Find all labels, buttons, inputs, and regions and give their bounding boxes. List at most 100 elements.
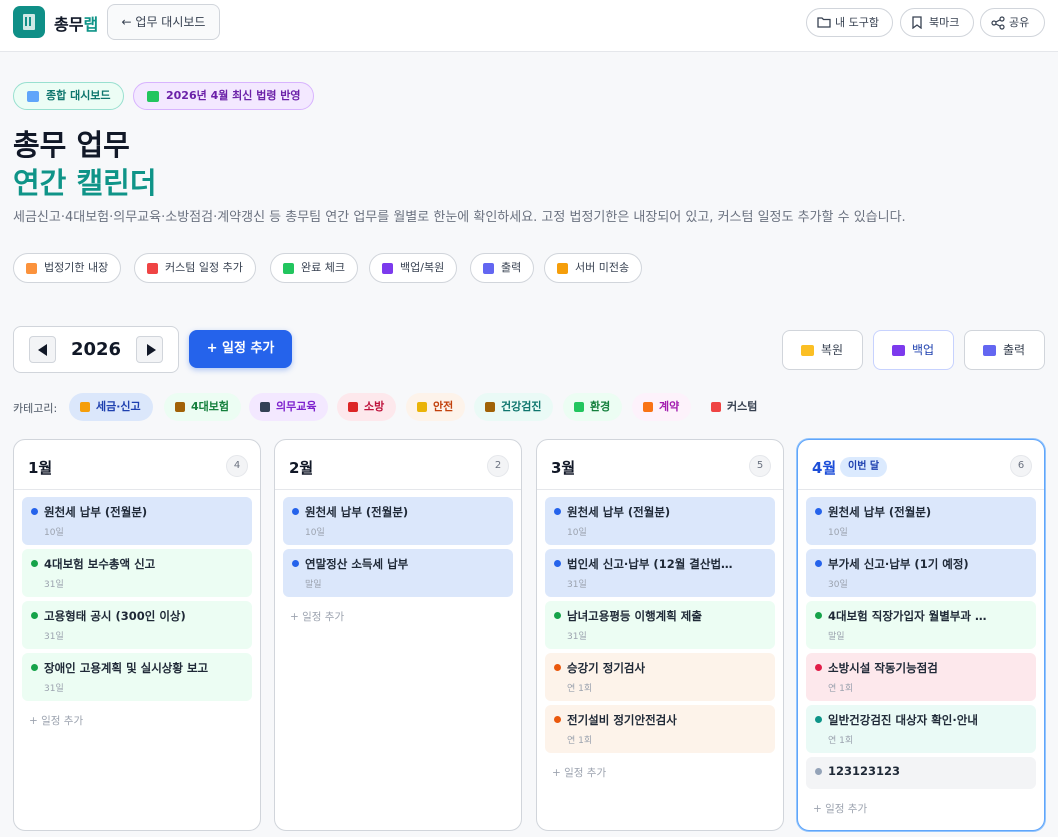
page-title-line1: 총무 업무 bbox=[13, 128, 130, 162]
category-chip[interactable]: 세금·신고 bbox=[69, 393, 153, 421]
event-date: 30일 bbox=[828, 580, 848, 590]
event-item[interactable]: 법인세 신고·납부 (12월 결산법… 31일 bbox=[545, 549, 775, 597]
event-title: 연말정산 소득세 납부 bbox=[305, 557, 409, 571]
top-bar: 총무랩 ← 업무 대시보드 내 도구함 북마크 공유 bbox=[0, 0, 1058, 52]
event-item[interactable]: 소방시설 작동기능점검 연 1회 bbox=[806, 653, 1036, 701]
event-title: 123123123 bbox=[828, 764, 901, 778]
category-chip[interactable]: 건강검진 bbox=[474, 393, 554, 421]
event-item[interactable]: 4대보험 직장가입자 월별부과 … 말일 bbox=[806, 601, 1036, 649]
add-event-button[interactable]: + 일정 추가 bbox=[189, 330, 292, 368]
add-event-link[interactable]: + 일정 추가 bbox=[545, 757, 775, 780]
bookmark-label: 북마크 bbox=[929, 16, 960, 29]
share-button[interactable]: 공유 bbox=[980, 8, 1045, 37]
event-item[interactable]: 부가세 신고·납부 (1기 예정) 30일 bbox=[806, 549, 1036, 597]
previous-year-button[interactable] bbox=[29, 336, 56, 363]
event-title: 장애인 고용계획 및 실시상황 보고 bbox=[44, 661, 209, 675]
event-title: 원천세 납부 (전월분) bbox=[44, 505, 148, 519]
month-name: 4월 bbox=[812, 459, 837, 477]
event-item[interactable]: 남녀고용평등 이행계획 제출 31일 bbox=[545, 601, 775, 649]
category-chip[interactable]: 커스텀 bbox=[700, 393, 770, 421]
category-chip[interactable]: 4대보험 bbox=[164, 393, 242, 421]
event-date: 말일 bbox=[305, 580, 322, 590]
event-item[interactable]: 123123123 bbox=[806, 757, 1036, 789]
folder-icon bbox=[817, 17, 831, 28]
event-date: 31일 bbox=[44, 580, 64, 590]
calendar-icon bbox=[27, 91, 39, 102]
category-dot-icon bbox=[815, 612, 822, 619]
event-list: 원천세 납부 (전월분) 10일 법인세 신고·납부 (12월 결산법… 31일 남녀고… bbox=[545, 497, 775, 780]
event-item[interactable]: 연말정산 소득세 납부말일 bbox=[283, 549, 513, 597]
category-chip[interactable]: 안전 bbox=[406, 393, 466, 421]
event-item[interactable]: 원천세 납부 (전월분) 10일 bbox=[806, 497, 1036, 545]
event-title: 일반건강검진 대상자 확인·안내 bbox=[828, 713, 978, 727]
month-header: 4월 이번 달 6 bbox=[798, 440, 1044, 490]
category-dot-icon bbox=[31, 664, 38, 671]
category-dot-icon bbox=[554, 508, 561, 515]
category-icon bbox=[711, 402, 721, 412]
event-date: 연 1회 bbox=[567, 684, 593, 694]
feature-label: 법정기한 내장 bbox=[44, 261, 109, 274]
dashboard-badge[interactable]: 종합 대시보드 bbox=[13, 82, 124, 110]
category-dot-icon bbox=[815, 560, 822, 567]
building-logo-icon[interactable] bbox=[13, 6, 45, 38]
check-box-icon bbox=[283, 263, 294, 274]
event-item[interactable]: 장애인 고용계획 및 실시상황 보고 31일 bbox=[22, 653, 252, 701]
feature-pill-custom: 커스텀 일정 추가 bbox=[134, 253, 256, 283]
feature-pill-backup: 백업/복원 bbox=[369, 253, 458, 283]
law-update-label: 2026년 4월 최신 법령 반영 bbox=[166, 89, 301, 102]
restore-button[interactable]: 복원 bbox=[782, 330, 863, 370]
event-item[interactable]: 승강기 정기검사 연 1회 bbox=[545, 653, 775, 701]
print-button[interactable]: 출력 bbox=[964, 330, 1045, 370]
back-to-dashboard-button[interactable]: ← 업무 대시보드 bbox=[107, 4, 220, 40]
current-year: 2026 bbox=[70, 339, 122, 360]
folder-icon bbox=[801, 345, 814, 356]
category-chip-label: 세금·신고 bbox=[96, 400, 141, 413]
category-dot-icon bbox=[554, 664, 561, 671]
category-chip[interactable]: 의무교육 bbox=[249, 393, 329, 421]
event-item[interactable]: 일반건강검진 대상자 확인·안내연 1회 bbox=[806, 705, 1036, 753]
event-title: 남녀고용평등 이행계획 제출 bbox=[567, 609, 702, 623]
check-box-icon bbox=[147, 91, 159, 102]
bookmark-button[interactable]: 북마크 bbox=[900, 8, 974, 37]
category-chip[interactable]: 소방 bbox=[337, 393, 397, 421]
clipboard-icon bbox=[26, 263, 37, 274]
year-selector: 2026 bbox=[13, 326, 179, 373]
my-tools-button[interactable]: 내 도구함 bbox=[806, 8, 893, 37]
category-chip[interactable]: 환경 bbox=[563, 393, 623, 421]
category-icon bbox=[643, 402, 653, 412]
printer-icon bbox=[483, 263, 494, 274]
add-event-link[interactable]: + 일정 추가 bbox=[22, 705, 252, 728]
event-item[interactable]: 고용형태 공시 (300인 이상) 31일 bbox=[22, 601, 252, 649]
next-year-button[interactable] bbox=[136, 336, 163, 363]
category-dot-icon bbox=[31, 612, 38, 619]
event-list: 원천세 납부 (전월분) 10일연말정산 소득세 납부말일 + 일정 추가 bbox=[283, 497, 513, 624]
category-chip[interactable]: 계약 bbox=[632, 393, 692, 421]
event-date: 말일 bbox=[828, 632, 845, 642]
backup-button[interactable]: 백업 bbox=[873, 330, 954, 370]
category-dot-icon bbox=[815, 508, 822, 515]
category-dot-icon bbox=[554, 716, 561, 723]
add-event-link[interactable]: + 일정 추가 bbox=[806, 793, 1036, 816]
event-item[interactable]: 원천세 납부 (전월분) 10일 bbox=[283, 497, 513, 545]
category-chip-label: 의무교육 bbox=[276, 400, 317, 413]
event-date: 10일 bbox=[305, 528, 325, 538]
event-title: 4대보험 보수총액 신고 bbox=[44, 557, 156, 571]
event-title: 전기설비 정기안전검사 bbox=[567, 713, 677, 727]
event-item[interactable]: 4대보험 보수총액 신고 31일 bbox=[22, 549, 252, 597]
category-dot-icon bbox=[815, 716, 822, 723]
event-date: 10일 bbox=[567, 528, 587, 538]
event-item[interactable]: 원천세 납부 (전월분) 10일 bbox=[545, 497, 775, 545]
event-item[interactable]: 원천세 납부 (전월분) 10일 bbox=[22, 497, 252, 545]
brand-name[interactable]: 총무랩 bbox=[54, 11, 98, 35]
add-event-link[interactable]: + 일정 추가 bbox=[283, 601, 513, 624]
category-icon bbox=[175, 402, 185, 412]
event-date: 연 1회 bbox=[567, 736, 593, 746]
event-date: 연 1회 bbox=[828, 736, 854, 746]
event-item[interactable]: 전기설비 정기안전검사연 1회 bbox=[545, 705, 775, 753]
feature-pill-deadlines: 법정기한 내장 bbox=[13, 253, 122, 283]
dashboard-badge-label: 종합 대시보드 bbox=[46, 89, 111, 102]
event-title: 부가세 신고·납부 (1기 예정) bbox=[828, 557, 969, 571]
event-title: 소방시설 작동기능점검 bbox=[828, 661, 938, 675]
share-icon bbox=[991, 16, 1005, 30]
category-icon bbox=[348, 402, 358, 412]
